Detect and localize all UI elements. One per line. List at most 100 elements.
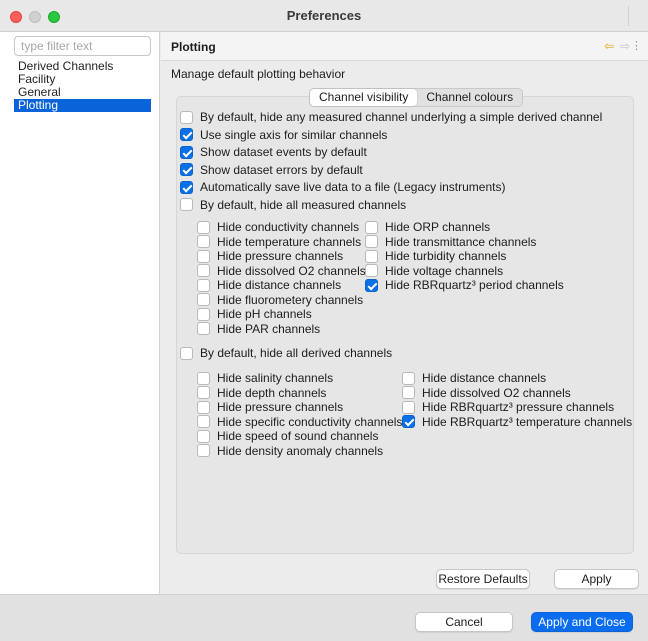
- tab-channel-colours[interactable]: Channel colours: [417, 89, 522, 106]
- hide-conductivity-channels-checkbox[interactable]: Hide conductivity channels: [197, 220, 359, 234]
- checkbox-checked-icon[interactable]: [180, 180, 193, 194]
- checkbox-label: By default, hide all measured channels: [200, 197, 407, 212]
- checkbox-unchecked-icon[interactable]: [197, 249, 210, 263]
- dialog-footer: Cancel Apply and Close: [0, 594, 648, 641]
- checkbox-unchecked-icon[interactable]: [180, 110, 193, 124]
- hide-rbrquartz-period-channels-checkbox[interactable]: Hide RBRquartz³ period channels: [365, 278, 564, 292]
- checkbox-checked-icon[interactable]: [365, 278, 378, 292]
- hide-par-channels-checkbox[interactable]: Hide PAR channels: [197, 322, 320, 336]
- checkbox-unchecked-icon[interactable]: [365, 249, 378, 263]
- checkbox-label: Hide specific conductivity channels: [217, 414, 403, 429]
- checkbox-checked-icon[interactable]: [180, 145, 193, 159]
- title-bar: Preferences: [0, 0, 648, 32]
- tab-channel-visibility[interactable]: Channel visibility: [310, 89, 418, 106]
- cancel-button[interactable]: Cancel: [415, 612, 513, 632]
- checkbox-label: Hide temperature channels: [217, 234, 362, 249]
- checkbox-label: Use single axis for similar channels: [200, 127, 388, 142]
- checkbox-label: Hide pressure channels: [217, 400, 344, 414]
- checkbox-unchecked-icon[interactable]: [402, 371, 415, 385]
- checkbox-unchecked-icon[interactable]: [365, 220, 378, 234]
- restore-defaults-button[interactable]: Restore Defaults: [436, 569, 530, 589]
- hide-transmittance-channels-checkbox[interactable]: Hide transmittance channels: [365, 235, 536, 249]
- hide-rbrquartz-temperature-channels-checkbox[interactable]: Hide RBRquartz³ temperature channels: [402, 415, 632, 429]
- hide-depth-channels-checkbox[interactable]: Hide depth channels: [197, 386, 326, 400]
- checkbox-unchecked-icon[interactable]: [365, 235, 378, 248]
- checkbox-label: Hide ORP channels: [385, 220, 491, 234]
- checkbox-label: Hide RBRquartz³ pressure channels: [422, 400, 615, 414]
- hide-density-anomaly-channels-checkbox[interactable]: Hide density anomaly channels: [197, 444, 383, 458]
- hide-distance-channels-checkbox[interactable]: Hide distance channels: [402, 371, 546, 385]
- use-single-axis-for-similar-channels-checkbox[interactable]: Use single axis for similar channels: [180, 128, 387, 142]
- checkbox-unchecked-icon[interactable]: [197, 307, 210, 321]
- checkbox-unchecked-icon[interactable]: [180, 346, 193, 360]
- checkbox-unchecked-icon[interactable]: [402, 386, 415, 399]
- checkbox-unchecked-icon[interactable]: [197, 444, 210, 457]
- hide-pressure-channels-checkbox[interactable]: Hide pressure channels: [197, 249, 343, 263]
- apply-button[interactable]: Apply: [554, 569, 639, 589]
- checkbox-unchecked-icon[interactable]: [197, 235, 210, 248]
- checkbox-unchecked-icon[interactable]: [180, 198, 193, 211]
- hide-speed-of-sound-channels-checkbox[interactable]: Hide speed of sound channels: [197, 429, 378, 443]
- hide-fluorometery-channels-checkbox[interactable]: Hide fluorometery channels: [197, 293, 363, 307]
- checkbox-unchecked-icon[interactable]: [365, 264, 378, 277]
- checkbox-label: By default, hide all derived channels: [200, 346, 393, 360]
- forward-arrow-icon[interactable]: ⇨: [620, 39, 630, 53]
- checkbox-unchecked-icon[interactable]: [197, 322, 210, 335]
- view-menu-icon[interactable]: ⋮: [631, 39, 642, 52]
- window-title: Preferences: [286, 8, 362, 23]
- by-default-hide-all-derived-channels-checkbox[interactable]: By default, hide all derived channels: [180, 346, 392, 360]
- checkbox-label: Hide pH channels: [217, 307, 312, 321]
- checkbox-label: Hide fluorometery channels: [217, 292, 364, 307]
- hide-orp-channels-checkbox[interactable]: Hide ORP channels: [365, 220, 490, 234]
- checkbox-unchecked-icon[interactable]: [197, 400, 210, 414]
- apply-and-close-button[interactable]: Apply and Close: [531, 612, 633, 632]
- hide-specific-conductivity-channels-checkbox[interactable]: Hide specific conductivity channels: [197, 415, 402, 429]
- checkbox-unchecked-icon[interactable]: [197, 386, 210, 399]
- checkbox-unchecked-icon[interactable]: [197, 220, 210, 234]
- filter-input[interactable]: [14, 36, 151, 56]
- by-default-hide-all-measured-channels-checkbox[interactable]: By default, hide all measured channels: [180, 198, 406, 212]
- automatically-save-live-data-to-a-file-legacy-instruments-checkbox[interactable]: Automatically save live data to a file (…: [180, 180, 505, 194]
- hide-distance-channels-checkbox[interactable]: Hide distance channels: [197, 278, 341, 292]
- checkbox-checked-icon[interactable]: [402, 415, 415, 428]
- checkbox-label: Hide distance channels: [422, 371, 547, 385]
- checkbox-label: Hide conductivity channels: [217, 220, 360, 234]
- show-dataset-events-by-default-checkbox[interactable]: Show dataset events by default: [180, 145, 367, 159]
- tab-bar: Channel visibility Channel colours: [309, 88, 524, 107]
- hide-dissolved-o2-channels-checkbox[interactable]: Hide dissolved O2 channels: [402, 386, 571, 400]
- checkbox-checked-icon[interactable]: [180, 163, 193, 176]
- hide-temperature-channels-checkbox[interactable]: Hide temperature channels: [197, 235, 361, 249]
- checkbox-unchecked-icon[interactable]: [197, 264, 210, 277]
- preference-page: Plotting ⇦ ⇨ ⋮ Manage default plotting b…: [161, 32, 648, 594]
- checkbox-unchecked-icon[interactable]: [197, 429, 210, 443]
- checkbox-label: Show dataset errors by default: [200, 162, 363, 177]
- checkbox-label: Hide transmittance channels: [385, 234, 537, 249]
- hide-pressure-channels-checkbox[interactable]: Hide pressure channels: [197, 400, 343, 414]
- checkbox-unchecked-icon[interactable]: [197, 371, 210, 385]
- checkbox-label: Hide salinity channels: [217, 371, 334, 385]
- show-dataset-errors-by-default-checkbox[interactable]: Show dataset errors by default: [180, 163, 363, 177]
- checkbox-checked-icon[interactable]: [180, 128, 193, 141]
- checkbox-label: Hide RBRquartz³ period channels: [385, 278, 564, 292]
- back-arrow-icon[interactable]: ⇦: [604, 39, 614, 53]
- sidebar-item-plotting[interactable]: Plotting: [14, 99, 151, 112]
- hide-ph-channels-checkbox[interactable]: Hide pH channels: [197, 307, 312, 321]
- checkbox-unchecked-icon[interactable]: [197, 415, 210, 428]
- checkbox-unchecked-icon[interactable]: [197, 278, 210, 292]
- checkbox-label: Hide RBRquartz³ temperature channels: [422, 414, 633, 429]
- hide-salinity-channels-checkbox[interactable]: Hide salinity channels: [197, 371, 333, 385]
- hide-dissolved-o2-channels-checkbox[interactable]: Hide dissolved O2 channels: [197, 264, 366, 278]
- by-default-hide-any-measured-channel-underlying-a-simple-derived-channel-checkbox[interactable]: By default, hide any measured channel un…: [180, 110, 602, 124]
- hide-rbrquartz-pressure-channels-checkbox[interactable]: Hide RBRquartz³ pressure channels: [402, 400, 614, 414]
- preference-tree: Derived Channels Facility General Plotti…: [14, 60, 151, 112]
- checkbox-label: Hide pressure channels: [217, 249, 344, 263]
- hide-turbidity-channels-checkbox[interactable]: Hide turbidity channels: [365, 249, 506, 263]
- page-header: Plotting ⇦ ⇨ ⋮: [161, 32, 648, 61]
- channel-visibility-panel: By default, hide any measured channel un…: [176, 96, 634, 554]
- checkbox-label: By default, hide any measured channel un…: [200, 110, 603, 124]
- checkbox-label: Hide dissolved O2 channels: [217, 263, 366, 278]
- hide-voltage-channels-checkbox[interactable]: Hide voltage channels: [365, 264, 503, 278]
- checkbox-label: Hide turbidity channels: [385, 249, 507, 263]
- checkbox-unchecked-icon[interactable]: [402, 400, 415, 414]
- checkbox-unchecked-icon[interactable]: [197, 293, 210, 306]
